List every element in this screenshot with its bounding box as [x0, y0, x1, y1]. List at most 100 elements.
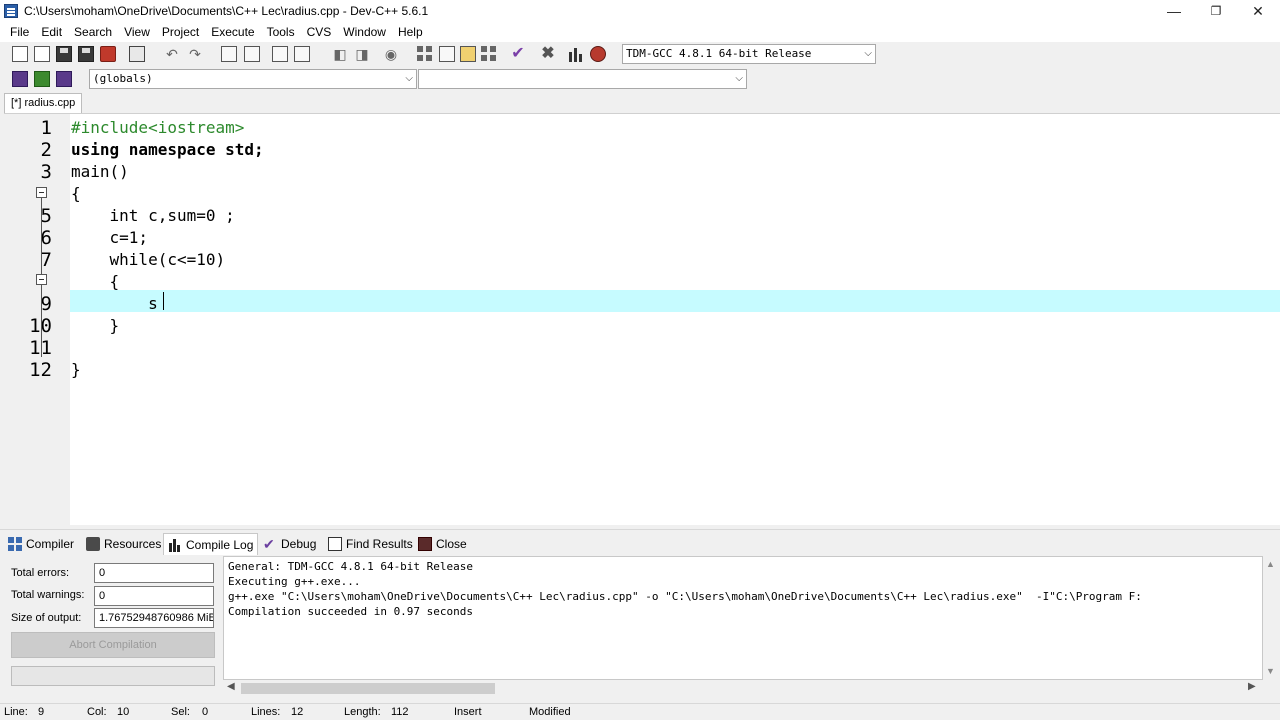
replace-icon[interactable] [244, 46, 260, 62]
compile-progress-bar [11, 666, 215, 686]
status-lines-value: 12 [291, 706, 304, 718]
debug-icon[interactable] [590, 46, 606, 62]
size-of-output-field[interactable]: 1.76752948760986 MiB [94, 608, 214, 628]
check-icon: ✔ [263, 536, 275, 552]
line-number: 10 [4, 315, 52, 337]
new-file-icon[interactable] [12, 46, 28, 62]
save-icon[interactable] [56, 46, 72, 62]
class-browser-icon[interactable] [460, 46, 476, 62]
log-line: General: TDM-GCC 4.8.1 64-bit Release [228, 560, 474, 573]
status-col-value: 10 [117, 706, 130, 718]
code-line: using namespace std; [71, 140, 264, 159]
abort-compilation-button[interactable]: Abort Compilation [11, 632, 215, 658]
devcpp-app-icon[interactable] [4, 4, 18, 18]
tab-close[interactable]: Close [414, 533, 471, 555]
menu-edit[interactable]: Edit [35, 25, 68, 39]
close-window-button[interactable]: ✕ [1236, 0, 1280, 22]
menu-help[interactable]: Help [392, 25, 429, 39]
code-line: s [71, 294, 158, 313]
maximize-button[interactable]: ❐ [1194, 0, 1238, 22]
compiler-grid-icon [8, 537, 22, 551]
total-errors-label: Total errors: [11, 567, 70, 579]
line-number: 6 [40, 227, 52, 249]
stop-execution-icon[interactable]: ✖ [540, 46, 556, 62]
log-horizontal-scrollbar[interactable]: ◀ ▶ [223, 680, 1263, 697]
line-number-gutter[interactable]: 1 2 3 4 5 6 7 8 9 10 11 12 [4, 114, 70, 526]
status-lines-label: Lines: [251, 706, 281, 718]
save-all-icon[interactable] [78, 46, 94, 62]
menu-file[interactable]: File [4, 25, 35, 39]
bookmark-icon[interactable] [56, 71, 72, 87]
indent-icon[interactable]: ◨ [354, 46, 370, 62]
close-file-icon[interactable] [100, 46, 116, 62]
goto-line-icon[interactable] [272, 46, 288, 62]
size-of-output-label: Size of output: [11, 612, 82, 624]
menu-cvs[interactable]: CVS [301, 25, 338, 39]
tab-resources-label: Resources [104, 537, 162, 551]
fold-collapse-icon[interactable] [36, 187, 47, 198]
total-warnings-label: Total warnings: [11, 589, 85, 601]
menu-tools[interactable]: Tools [261, 25, 301, 39]
toggle-comment-icon[interactable]: ◉ [383, 46, 399, 62]
find-icon[interactable] [221, 46, 237, 62]
compiler-select[interactable]: TDM-GCC 4.8.1 64-bit Release ⌵ [622, 44, 876, 64]
scroll-left-icon[interactable]: ◀ [227, 681, 235, 692]
fullscreen-icon[interactable] [439, 46, 455, 62]
goto-declaration-icon[interactable] [34, 71, 50, 87]
syntax-check-icon[interactable]: ✔ [510, 46, 526, 62]
menu-view[interactable]: View [118, 25, 156, 39]
undo-icon[interactable]: ↶ [164, 46, 180, 62]
scroll-down-icon[interactable]: ▼ [1266, 666, 1275, 676]
status-col-label: Col: [87, 706, 107, 718]
toggle-bookmark-icon[interactable] [294, 46, 310, 62]
total-warnings-field[interactable]: 0 [94, 586, 214, 606]
member-select[interactable]: ⌵ [418, 69, 747, 89]
menu-window[interactable]: Window [337, 25, 392, 39]
scope-select[interactable]: (globals) ⌵ [89, 69, 417, 89]
scope-select-value: (globals) [93, 72, 153, 85]
tab-debug[interactable]: ✔ Debug [259, 533, 320, 555]
code-line: while(c<=10) [71, 250, 226, 269]
menu-execute[interactable]: Execute [205, 25, 260, 39]
code-editor[interactable]: 1 2 3 4 5 6 7 8 9 10 11 12 #include<iost… [4, 113, 1280, 526]
code-line: c=1; [71, 228, 149, 247]
open-file-icon[interactable] [34, 46, 50, 62]
code-line: int c,sum=0 ; [71, 206, 235, 225]
tab-find-results-label: Find Results [346, 537, 413, 551]
tab-compiler-label: Compiler [26, 537, 75, 551]
redo-icon[interactable]: ↷ [187, 46, 203, 62]
secondary-toolbar: (globals) ⌵ ⌵ [0, 67, 1280, 91]
resources-icon [86, 537, 100, 551]
minimize-button[interactable]: — [1152, 0, 1196, 22]
menu-bar: File Edit Search View Project Execute To… [0, 22, 1280, 42]
insert-code-icon[interactable] [12, 71, 28, 87]
compile-log-output[interactable]: General: TDM-GCC 4.8.1 64-bit Release Ex… [223, 556, 1263, 680]
file-tab-radius[interactable]: [*] radius.cpp [4, 93, 83, 113]
fold-collapse-icon[interactable] [36, 274, 47, 285]
print-icon[interactable] [129, 46, 145, 62]
chevron-down-icon: ⌵ [405, 73, 413, 84]
unindent-icon[interactable]: ◧ [332, 46, 348, 62]
tab-debug-label: Debug [281, 537, 317, 551]
scroll-right-icon[interactable]: ▶ [1248, 681, 1256, 692]
scroll-up-icon[interactable]: ▲ [1266, 559, 1275, 569]
total-errors-field[interactable]: 0 [94, 563, 214, 583]
tab-find-results[interactable]: Find Results [324, 533, 417, 555]
line-number: 7 [40, 249, 52, 271]
menu-search[interactable]: Search [68, 25, 118, 39]
line-number: 11 [4, 337, 52, 359]
tab-compiler[interactable]: Compiler [4, 533, 78, 555]
tab-close-label: Close [436, 537, 467, 551]
project-manager-icon[interactable] [417, 46, 433, 62]
tab-resources[interactable]: Resources [82, 533, 165, 555]
menu-project[interactable]: Project [156, 25, 205, 39]
log-vertical-scrollbar[interactable]: ▲ ▼ [1263, 556, 1278, 680]
compiler-select-value: TDM-GCC 4.8.1 64-bit Release [626, 47, 812, 60]
profile-icon[interactable] [568, 46, 584, 62]
scrollbar-thumb[interactable] [241, 683, 495, 694]
chevron-down-icon: ⌵ [864, 48, 872, 59]
line-number: 3 [40, 161, 52, 183]
status-bar: Line: 9 Col: 10 Sel: 0 Lines: 12 Length:… [0, 703, 1280, 720]
layout-icon[interactable] [481, 46, 497, 62]
tab-compile-log[interactable]: Compile Log [163, 533, 259, 555]
